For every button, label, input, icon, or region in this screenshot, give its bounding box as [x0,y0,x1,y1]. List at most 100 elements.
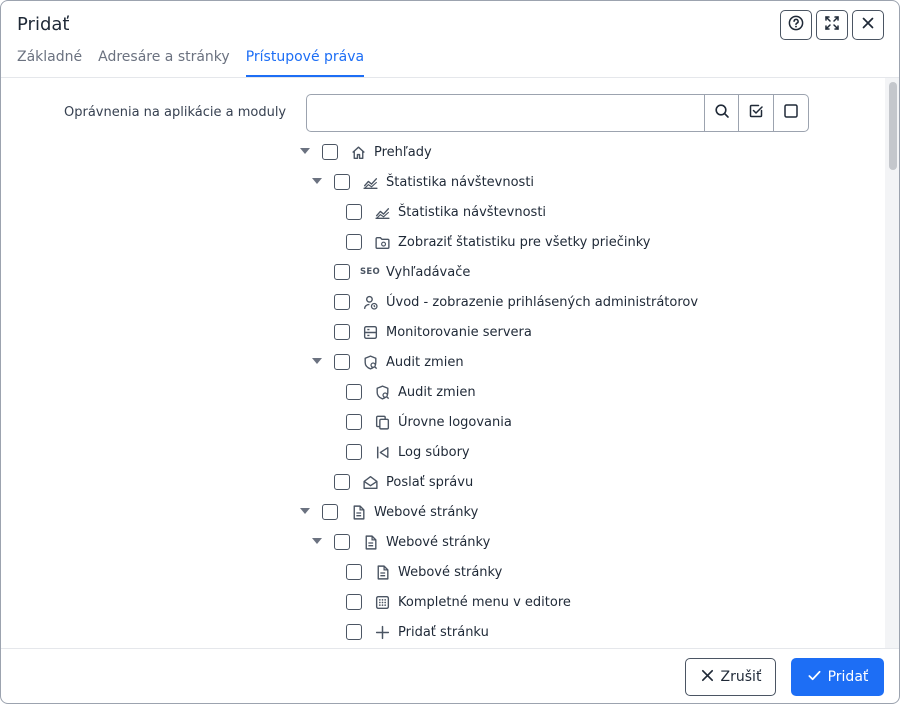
tree-node-label[interactable]: Prehľady [374,145,432,160]
expand-caret-icon[interactable] [300,508,310,514]
tree-node-label[interactable]: Log súbory [398,445,470,460]
close-icon [860,15,876,35]
footer-divider [1,648,899,649]
fullscreen-icon [824,15,840,35]
file-text-icon [349,503,367,521]
scrollbar-thumb[interactable] [889,82,897,170]
seo-icon-text: SEO [359,267,381,277]
tree-node-checkbox[interactable] [334,474,350,490]
home-icon [349,143,367,161]
tree-node: Log súbory [346,437,470,467]
tree-node-checkbox[interactable] [346,414,362,430]
tree-node: Kompletné menu v editore [346,587,571,617]
tree-node-checkbox[interactable] [346,384,362,400]
dialog-title: Pridať [17,14,70,35]
permissions-search-input[interactable] [306,94,704,132]
check-icon [807,668,822,687]
chart-icon [373,203,391,221]
close-button[interactable] [852,10,884,40]
tree-node-checkbox[interactable] [334,294,350,310]
copy-icon [373,413,391,431]
chart-icon [361,173,379,191]
tree-node-label[interactable]: Úvod - zobrazenie prihlásených administr… [386,295,698,310]
help-button[interactable] [780,10,812,40]
tree-node-checkbox[interactable] [346,594,362,610]
tree-node-checkbox[interactable] [322,144,338,160]
tree-node: Úvod - zobrazenie prihlásených administr… [334,287,698,317]
tree-node: Webové stránky [300,497,478,527]
tree-node-label[interactable]: Vyhľadávače [386,265,470,280]
add-dialog: Pridať Základné Adresáre a stránky Príst… [0,0,900,704]
skip-back-icon [373,443,391,461]
user-clock-icon [361,293,379,311]
cancel-label: Zrušiť [720,669,762,685]
tree-node-checkbox[interactable] [346,444,362,460]
search-button[interactable] [704,94,739,132]
uncheck-all-button[interactable] [774,94,809,132]
tree-node-checkbox[interactable] [334,264,350,280]
tree-node-label[interactable]: Webové stránky [374,505,478,520]
tree-node-checkbox[interactable] [334,354,350,370]
tree-node: Štatistika návštevnosti [346,197,546,227]
tree-node-checkbox[interactable] [346,234,362,250]
server-icon [361,323,379,341]
access-rights-panel: Oprávnenia na aplikácie a moduly Prehľad… [1,78,885,648]
fullscreen-button[interactable] [816,10,848,40]
tree-node-label[interactable]: Webové stránky [398,565,502,580]
tree-node: Štatistika návštevnosti [312,167,534,197]
content-scrollbar[interactable] [885,78,899,648]
submit-label: Pridať [827,669,869,685]
tree-node-checkbox[interactable] [346,564,362,580]
tree-node-label[interactable]: Štatistika návštevnosti [398,205,546,220]
search-icon [714,103,730,123]
permissions-search-group [306,94,809,132]
check-all-button[interactable] [739,94,774,132]
tab-bar: Základné Adresáre a stránky Prístupové p… [17,49,365,77]
tree-node-checkbox[interactable] [346,624,362,640]
permissions-label: Oprávnenia na aplikácie a moduly [64,105,287,120]
file-text-icon [361,533,379,551]
tree-node: Webové stránky [312,527,490,557]
expand-caret-icon[interactable] [312,538,322,544]
plus-icon [373,623,391,641]
tree-node-label[interactable]: Kompletné menu v editore [398,595,571,610]
tree-node: Monitorovanie servera [334,317,532,347]
tree-node-label[interactable]: Webové stránky [386,535,490,550]
tab-access-rights[interactable]: Prístupové práva [245,49,365,77]
cancel-button[interactable]: Zrušiť [685,658,776,696]
folder-stats-icon [373,233,391,251]
tree-node-checkbox[interactable] [322,504,338,520]
tree-node-label[interactable]: Monitorovanie servera [386,325,532,340]
expand-caret-icon[interactable] [312,178,322,184]
expand-caret-icon[interactable] [312,358,322,364]
tree-node-label[interactable]: Pridať stránku [398,625,489,640]
seo-icon: SEO [359,263,381,281]
tree-node-label[interactable]: Poslať správu [386,475,473,490]
tree-node: Audit zmien [312,347,464,377]
tab-basic[interactable]: Základné [17,49,82,77]
tree-node: Zobraziť štatistiku pre všetky priečinky [346,227,650,257]
tree-node-checkbox[interactable] [334,174,350,190]
tree-node-checkbox[interactable] [346,204,362,220]
tree-node-label[interactable]: Úrovne logovania [398,415,512,430]
file-text-icon [373,563,391,581]
tree-node-label[interactable]: Zobraziť štatistiku pre všetky priečinky [398,235,650,250]
grid-dots-icon [373,593,391,611]
check-all-icon [748,103,764,123]
tree-node: Audit zmien [346,377,476,407]
close-icon [700,668,715,687]
tree-node-label[interactable]: Audit zmien [398,385,476,400]
expand-caret-icon[interactable] [300,148,310,154]
tree-node-checkbox[interactable] [334,324,350,340]
submit-button[interactable]: Pridať [791,658,884,696]
tree-node: Webové stránky [346,557,502,587]
tree-node-label[interactable]: Štatistika návštevnosti [386,175,534,190]
help-icon [788,15,804,35]
tree-node-checkbox[interactable] [334,534,350,550]
shield-search-icon [361,353,379,371]
tree-node-label[interactable]: Audit zmien [386,355,464,370]
tab-folders-pages[interactable]: Adresáre a stránky [98,49,230,77]
tree-node: Prehľady [300,137,432,167]
mail-open-icon [361,473,379,491]
tree-node: Úrovne logovania [346,407,512,437]
